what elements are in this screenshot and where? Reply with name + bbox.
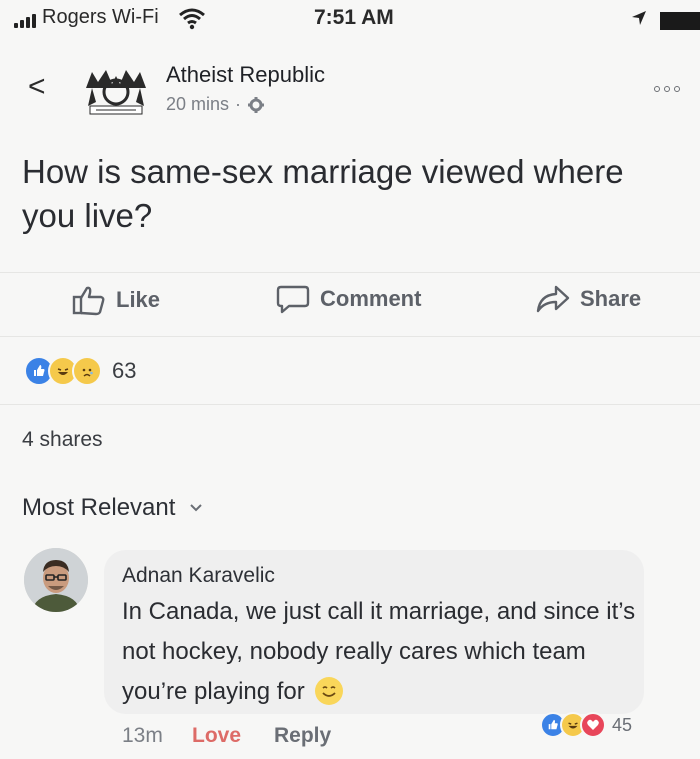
post-meta: 20 mins · bbox=[166, 94, 265, 115]
status-time: 7:51 AM bbox=[314, 6, 394, 29]
public-gear-icon bbox=[248, 96, 265, 113]
post-reactions[interactable]: 63 bbox=[24, 356, 136, 386]
meta-separator: · bbox=[235, 94, 242, 114]
comment-body: In Canada, we just call it marriage, and… bbox=[122, 598, 636, 705]
divider bbox=[0, 336, 700, 337]
page-name[interactable]: Atheist Republic bbox=[166, 62, 325, 88]
share-label: Share bbox=[580, 286, 642, 311]
reaction-count: 63 bbox=[112, 358, 137, 383]
share-arrow-icon bbox=[536, 285, 570, 313]
like-label: Like bbox=[116, 287, 161, 312]
reply-button[interactable]: Reply bbox=[274, 724, 331, 748]
comment-time: 13m bbox=[122, 724, 163, 747]
status-bar: Rogers Wi-Fi 7:51 AM bbox=[0, 0, 700, 40]
post-actions: Like Comment Share bbox=[0, 278, 700, 324]
post-text: How is same-sex marriage viewed where yo… bbox=[22, 153, 624, 234]
post-time[interactable]: 20 mins bbox=[166, 94, 229, 115]
love-button[interactable]: Love bbox=[192, 724, 241, 748]
comment-button[interactable]: Comment bbox=[276, 284, 421, 314]
signal-icon bbox=[14, 14, 36, 28]
carrier-label: Rogers Wi-Fi bbox=[42, 6, 159, 28]
sort-label: Most Relevant bbox=[22, 494, 176, 521]
divider bbox=[0, 404, 700, 405]
chevron-down-icon bbox=[190, 504, 203, 512]
location-arrow-icon bbox=[632, 11, 646, 25]
comment-label: Comment bbox=[320, 286, 422, 311]
shares-count[interactable]: 4 shares bbox=[22, 428, 103, 452]
wifi-icon bbox=[179, 8, 205, 30]
love-reaction-icon bbox=[580, 712, 606, 738]
comment-reaction-count: 45 bbox=[612, 714, 633, 735]
more-options-icon[interactable] bbox=[654, 86, 680, 92]
smiley-emoji-icon bbox=[315, 676, 344, 705]
share-button[interactable]: Share bbox=[536, 284, 641, 314]
thumbs-up-icon bbox=[72, 286, 105, 316]
comment-text: In Canada, we just call it marriage, and… bbox=[122, 592, 642, 712]
like-button[interactable]: Like bbox=[72, 284, 160, 316]
sad-reaction-icon bbox=[72, 356, 102, 386]
comment-reactions[interactable]: 45 bbox=[540, 712, 632, 738]
avatar[interactable] bbox=[24, 548, 88, 612]
page-logo[interactable] bbox=[78, 62, 154, 118]
comment-sort-dropdown[interactable]: Most Relevant bbox=[22, 494, 203, 522]
comment-author[interactable]: Adnan Karavelic bbox=[122, 564, 275, 588]
battery-icon bbox=[660, 12, 700, 30]
divider bbox=[0, 272, 700, 273]
comment-bubble-icon bbox=[276, 285, 310, 314]
back-button[interactable]: < bbox=[28, 72, 46, 102]
